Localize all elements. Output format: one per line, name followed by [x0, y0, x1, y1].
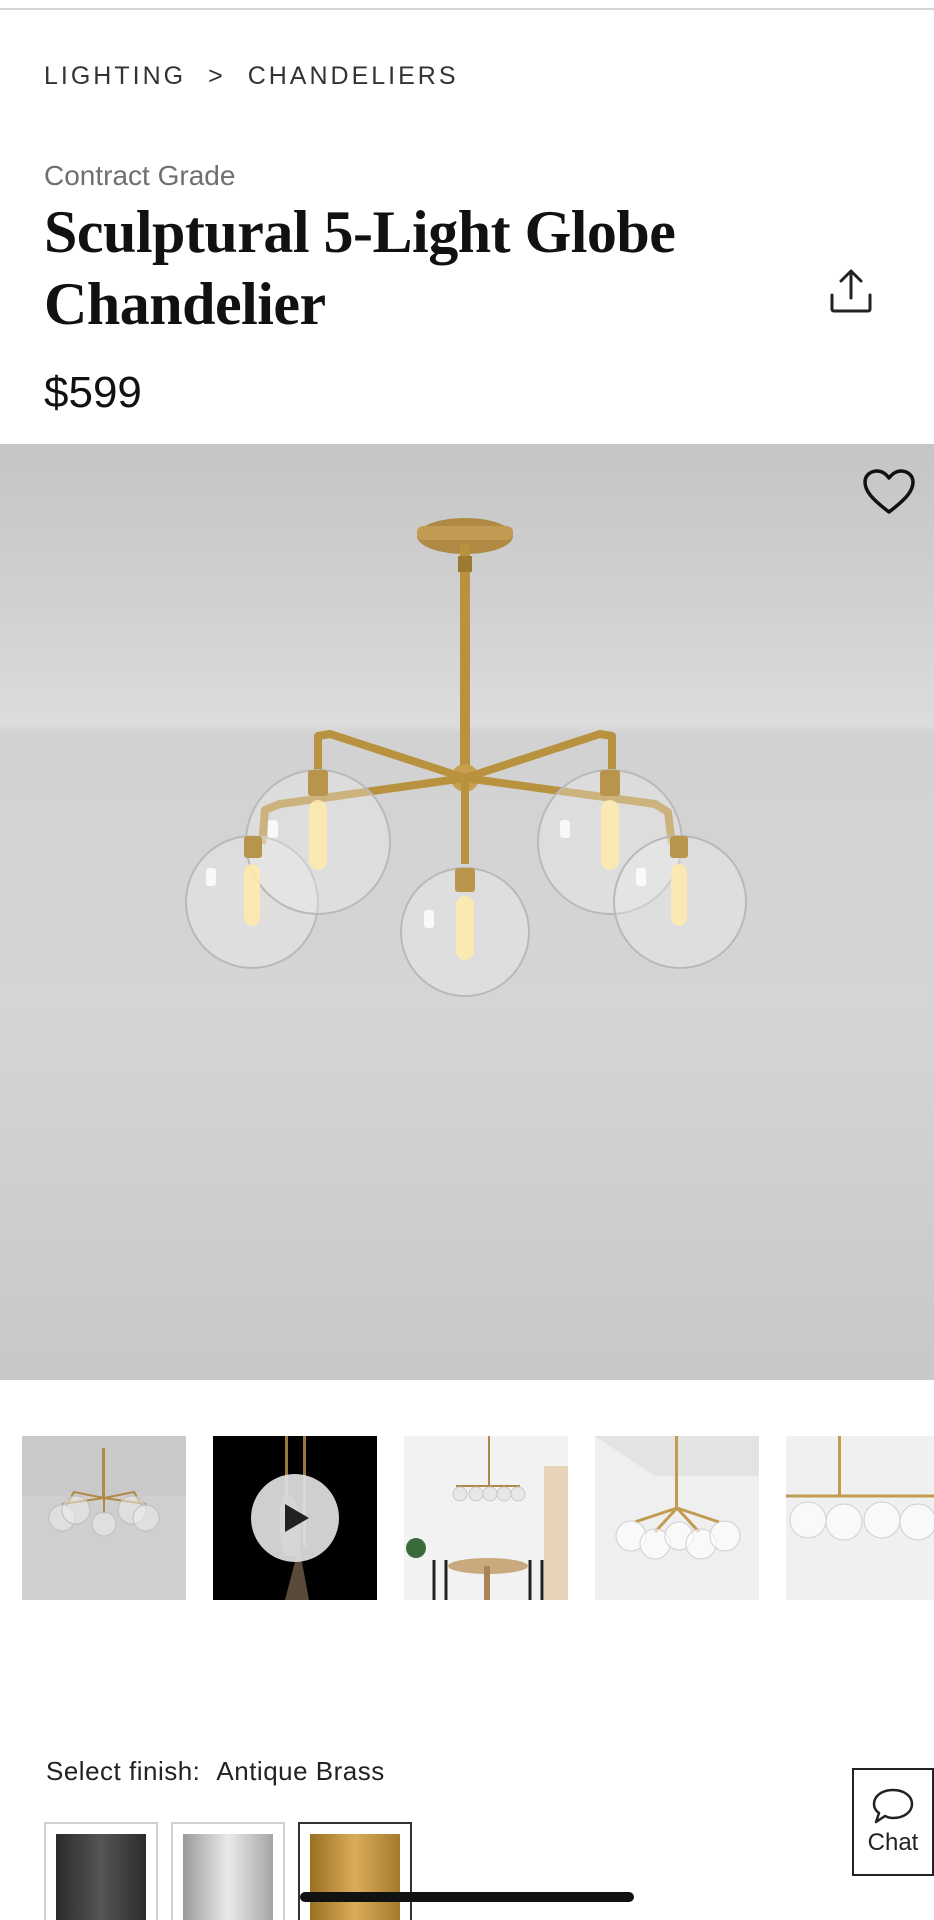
finish-swatch-nickel[interactable] — [171, 1822, 285, 1920]
favorite-button[interactable] — [860, 466, 918, 518]
chat-button[interactable]: Chat — [852, 1768, 934, 1876]
breadcrumb-chandeliers[interactable]: CHANDELIERS — [248, 62, 459, 91]
breadcrumb: LIGHTING > CHANDELIERS — [44, 62, 459, 91]
swatch-fill — [183, 1834, 273, 1920]
chandelier-illustration — [185, 518, 747, 997]
thumbnail-4[interactable] — [595, 1436, 759, 1600]
breadcrumb-lighting[interactable]: LIGHTING — [44, 62, 186, 91]
thumbnail-2-video[interactable] — [213, 1436, 377, 1600]
swatch-fill — [310, 1834, 400, 1920]
share-button[interactable] — [822, 262, 880, 320]
finish-label: Select finish: — [46, 1756, 201, 1786]
finish-swatch-antique-brass[interactable] — [298, 1822, 412, 1920]
chat-label: Chat — [867, 1829, 919, 1856]
swatch-fill — [56, 1834, 146, 1920]
thumbnail-dining-room-image — [404, 1436, 568, 1600]
thumbnail-angle-image — [595, 1436, 759, 1600]
finish-selector-label: Select finish: Antique Brass — [46, 1756, 385, 1787]
thumbnail-strip — [0, 1422, 934, 1618]
product-eyebrow: Contract Grade — [44, 160, 236, 191]
product-title: Sculptural 5-Light Globe Chandelier — [44, 199, 676, 337]
home-indicator[interactable] — [300, 1892, 634, 1902]
top-divider — [0, 8, 934, 10]
finish-selected-value: Antique Brass — [216, 1756, 385, 1786]
thumbnail-1[interactable] — [22, 1436, 186, 1600]
chat-bubble-icon — [872, 1788, 914, 1824]
product-hero-image[interactable] — [0, 444, 934, 1380]
heart-icon — [863, 469, 915, 514]
thumbnail-5[interactable] — [786, 1436, 934, 1600]
play-icon — [285, 1504, 309, 1532]
finish-swatch-dark[interactable] — [44, 1822, 158, 1920]
thumbnail-3[interactable] — [404, 1436, 568, 1600]
play-button[interactable] — [251, 1474, 339, 1562]
breadcrumb-separator: > — [208, 62, 226, 90]
share-icon — [830, 269, 872, 313]
product-price: $599 — [44, 368, 142, 417]
thumbnail-chandelier-image — [22, 1436, 186, 1537]
thumbnail-detail-image — [786, 1436, 934, 1600]
